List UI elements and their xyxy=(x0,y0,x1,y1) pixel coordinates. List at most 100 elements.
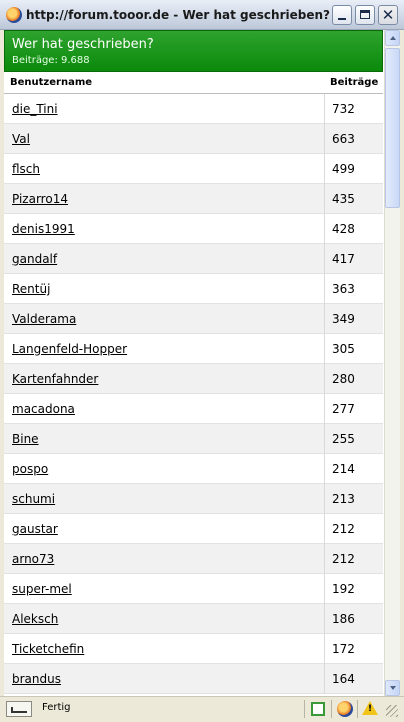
arrow-up-icon xyxy=(390,36,396,40)
arrow-down-icon xyxy=(390,686,396,690)
column-divider xyxy=(324,394,325,424)
column-header-username: Benutzername xyxy=(10,77,93,88)
post-count-cell: 363 xyxy=(332,282,355,296)
table-row: Aleksch 186 xyxy=(4,604,383,634)
page-content: Wer hat geschrieben? Beiträge: 9.688 Ben… xyxy=(4,30,400,696)
table-row: die_Tini 732 xyxy=(4,94,383,124)
user-link[interactable]: super-mel xyxy=(12,582,72,596)
column-divider xyxy=(324,184,325,214)
user-link[interactable]: Kartenfahnder xyxy=(12,372,98,386)
status-text: Fertig xyxy=(42,702,71,713)
table-row: Pizarro14 435 xyxy=(4,184,383,214)
post-count-cell: 663 xyxy=(332,132,355,146)
user-link[interactable]: gaustar xyxy=(12,522,58,536)
status-panel-icon xyxy=(6,701,32,717)
user-link[interactable]: schumi xyxy=(12,492,55,506)
status-divider xyxy=(331,700,332,718)
post-count-cell: 277 xyxy=(332,402,355,416)
user-link[interactable]: pospo xyxy=(12,462,48,476)
table-row: Langenfeld-Hopper 305 xyxy=(4,334,383,364)
table-row: Ticketchefin 172 xyxy=(4,634,383,664)
post-count-cell: 417 xyxy=(332,252,355,266)
table-row: Rentüj 363 xyxy=(4,274,383,304)
status-divider xyxy=(304,700,305,718)
scroll-up-button[interactable] xyxy=(385,30,400,46)
window-titlebar: http://forum.tooor.de - Wer hat geschrie… xyxy=(0,0,404,30)
post-count-cell: 435 xyxy=(332,192,355,206)
panel-title: Wer hat geschrieben? xyxy=(12,37,154,52)
user-link[interactable]: Valderama xyxy=(12,312,76,326)
column-divider xyxy=(324,664,325,694)
security-icon xyxy=(311,702,325,716)
post-count-cell: 349 xyxy=(332,312,355,326)
user-link[interactable]: die_Tini xyxy=(12,102,58,116)
post-count-cell: 213 xyxy=(332,492,355,506)
column-divider xyxy=(324,424,325,454)
minimize-button[interactable] xyxy=(332,5,352,25)
column-divider xyxy=(324,124,325,154)
table-row: denis1991 428 xyxy=(4,214,383,244)
column-divider xyxy=(324,94,325,124)
post-count-cell: 164 xyxy=(332,672,355,686)
post-count-cell: 428 xyxy=(332,222,355,236)
table-row: schumi 213 xyxy=(4,484,383,514)
post-count-cell: 732 xyxy=(332,102,355,116)
firefox-icon xyxy=(6,7,22,23)
status-bar: Fertig ! xyxy=(0,696,404,722)
user-link[interactable]: Langenfeld-Hopper xyxy=(12,342,127,356)
warning-mark: ! xyxy=(368,704,373,714)
user-link[interactable]: arno73 xyxy=(12,552,54,566)
post-count-cell: 212 xyxy=(332,552,355,566)
user-link[interactable]: Bine xyxy=(12,432,39,446)
firefox-icon[interactable] xyxy=(337,701,353,717)
maximize-button[interactable] xyxy=(355,5,375,25)
post-count-cell: 186 xyxy=(332,612,355,626)
table-row: gandalf 417 xyxy=(4,244,383,274)
column-divider xyxy=(324,214,325,244)
user-link[interactable]: Ticketchefin xyxy=(12,642,84,656)
table-row: brandus 164 xyxy=(4,664,383,694)
vertical-scrollbar[interactable] xyxy=(384,30,400,696)
user-link[interactable]: Pizarro14 xyxy=(12,192,68,206)
user-link[interactable]: gandalf xyxy=(12,252,57,266)
user-list: die_Tini 732 Val 663 flsch 499 Pizarro14 435 den… xyxy=(4,94,383,694)
post-count-cell: 214 xyxy=(332,462,355,476)
column-divider xyxy=(324,244,325,274)
status-divider xyxy=(357,700,358,718)
table-row: super-mel 192 xyxy=(4,574,383,604)
column-divider xyxy=(324,634,325,664)
close-button[interactable]: ✕ xyxy=(378,5,398,25)
column-divider xyxy=(324,364,325,394)
user-link[interactable]: denis1991 xyxy=(12,222,75,236)
post-count-cell: 305 xyxy=(332,342,355,356)
column-divider xyxy=(324,604,325,634)
column-divider xyxy=(324,544,325,574)
user-link[interactable]: Val xyxy=(12,132,30,146)
table-row: gaustar 212 xyxy=(4,514,383,544)
user-link[interactable]: macadona xyxy=(12,402,75,416)
table-row: Valderama 349 xyxy=(4,304,383,334)
resize-grip[interactable] xyxy=(386,705,398,717)
post-count-cell: 192 xyxy=(332,582,355,596)
column-divider xyxy=(324,304,325,334)
column-header-posts: Beiträge xyxy=(330,77,379,88)
table-row: Kartenfahnder 280 xyxy=(4,364,383,394)
maximize-icon xyxy=(360,10,370,19)
column-divider xyxy=(324,334,325,364)
table-row: arno73 212 xyxy=(4,544,383,574)
post-count-cell: 172 xyxy=(332,642,355,656)
user-link[interactable]: flsch xyxy=(12,162,40,176)
user-link[interactable]: Aleksch xyxy=(12,612,58,626)
column-divider xyxy=(324,154,325,184)
column-divider xyxy=(324,484,325,514)
scroll-thumb[interactable] xyxy=(385,48,400,208)
user-link[interactable]: Rentüj xyxy=(12,282,50,296)
column-divider xyxy=(324,514,325,544)
post-count: Beiträge: 9.688 xyxy=(12,55,90,66)
post-count-cell: 212 xyxy=(332,522,355,536)
table-row: pospo 214 xyxy=(4,454,383,484)
user-link[interactable]: brandus xyxy=(12,672,61,686)
table-row: flsch 499 xyxy=(4,154,383,184)
column-divider xyxy=(324,574,325,604)
scroll-down-button[interactable] xyxy=(385,680,400,696)
